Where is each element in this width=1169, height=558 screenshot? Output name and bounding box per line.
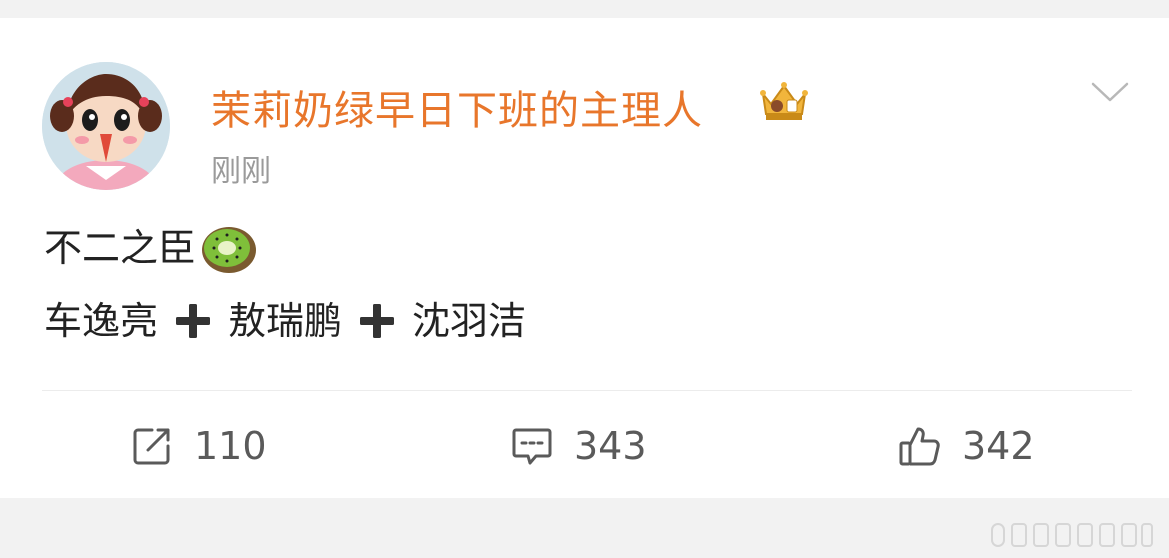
post-line-1: 不二之臣 — [44, 218, 526, 278]
chevron-down-icon[interactable] — [1090, 76, 1130, 106]
post-text: 不二之臣 — [44, 226, 197, 270]
repost-icon — [133, 428, 170, 465]
comment-count: 343 — [574, 424, 647, 468]
watermark — [990, 520, 1155, 550]
repost-count: 110 — [194, 424, 267, 468]
thumbs-up-icon — [899, 427, 940, 466]
plus-icon — [176, 304, 211, 338]
repost-button[interactable]: 110 — [130, 418, 267, 474]
name-3: 沈羽洁 — [412, 299, 527, 343]
name-2: 敖瑞鹏 — [228, 299, 343, 343]
plus-icon — [360, 304, 395, 338]
like-count: 342 — [962, 424, 1035, 468]
post-content: 不二之臣 车逸亮 敖瑞鹏 沈羽洁 — [44, 218, 526, 351]
cartoon-girl-avatar-image — [42, 62, 170, 190]
weibo-post-card: 茉莉奶绿早日下班的主理人 刚刚 不二之臣 车逸亮 敖瑞鹏 沈羽洁 110 343… — [0, 18, 1169, 498]
like-button[interactable]: 342 — [898, 418, 1035, 474]
crown-badge-icon[interactable] — [757, 80, 811, 124]
name-1: 车逸亮 — [44, 299, 159, 343]
post-line-2: 车逸亮 敖瑞鹏 沈羽洁 — [44, 291, 526, 351]
watermark-logo — [991, 523, 1153, 547]
avatar[interactable] — [42, 62, 170, 190]
kiwi-emoji — [202, 227, 257, 273]
comment-icon — [512, 428, 552, 465]
username[interactable]: 茉莉奶绿早日下班的主理人 — [211, 78, 703, 136]
comment-button[interactable]: 343 — [510, 418, 647, 474]
divider — [42, 390, 1132, 391]
post-timestamp: 刚刚 — [211, 154, 271, 189]
